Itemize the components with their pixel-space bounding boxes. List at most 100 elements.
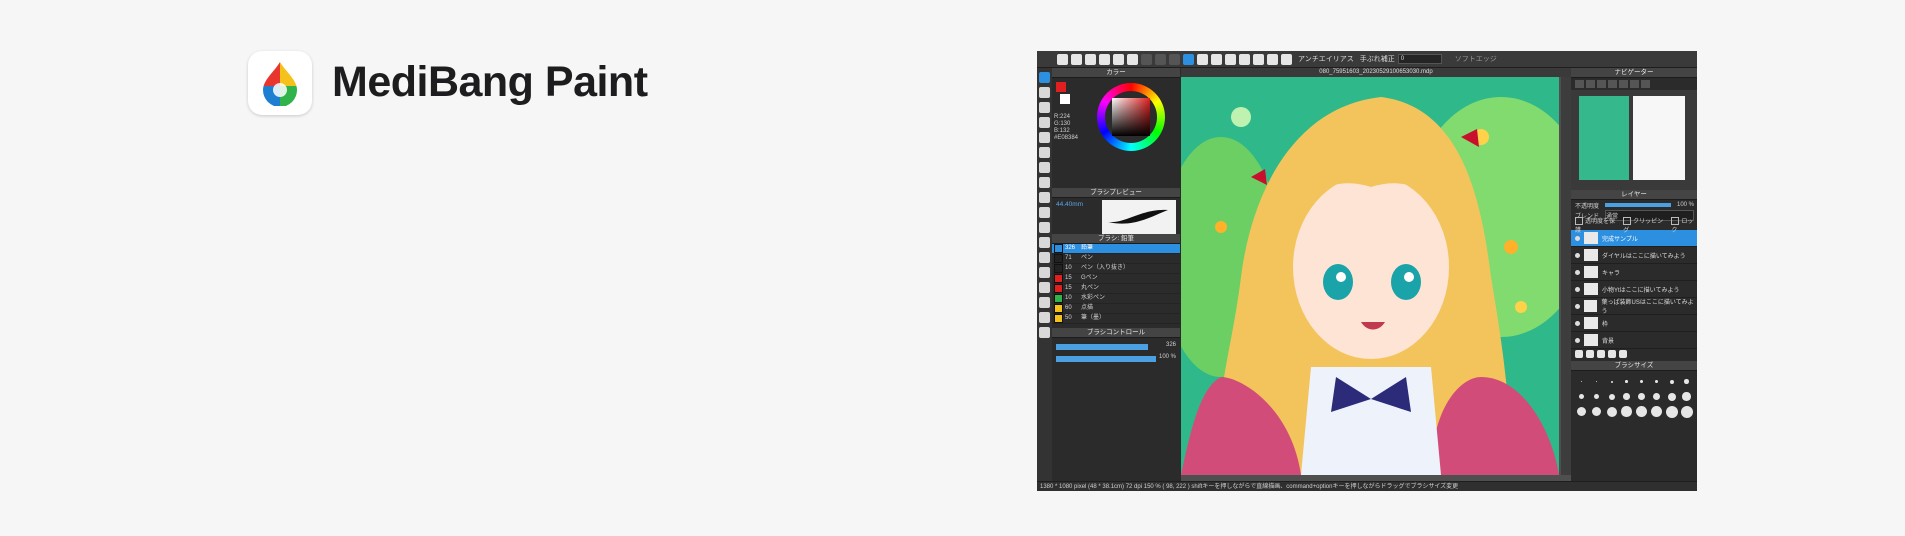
brush-size-option[interactable] xyxy=(1620,390,1633,403)
eye-icon[interactable] xyxy=(1575,269,1580,275)
gradient-tool-icon[interactable] xyxy=(1039,177,1050,188)
brush-size-option[interactable] xyxy=(1620,375,1633,388)
copy-layer-icon[interactable] xyxy=(1586,350,1594,358)
snap-parallel-icon[interactable] xyxy=(1211,53,1222,65)
brush-tool-icon[interactable] xyxy=(1039,72,1050,83)
select-pen-icon[interactable] xyxy=(1039,237,1050,248)
eye-icon[interactable] xyxy=(1575,303,1580,309)
actual-size-icon[interactable] xyxy=(1608,80,1617,88)
zoom-out-icon[interactable] xyxy=(1586,80,1595,88)
zoom-in-icon[interactable] xyxy=(1575,80,1584,88)
layer-opacity-slider[interactable] xyxy=(1605,203,1671,207)
open-folder-icon[interactable] xyxy=(1071,53,1082,65)
brush-size-option[interactable] xyxy=(1680,405,1693,418)
brush-size-option[interactable] xyxy=(1650,405,1663,418)
secondary-color-swatch[interactable] xyxy=(1060,94,1070,104)
layer-row[interactable]: ダイヤルはここに描いてみよう xyxy=(1571,247,1697,264)
brush-size-option[interactable] xyxy=(1575,390,1588,403)
eye-icon[interactable] xyxy=(1575,235,1580,241)
navigator-preview[interactable] xyxy=(1571,90,1697,190)
brush-size-option[interactable] xyxy=(1590,375,1603,388)
layer-row[interactable]: 背景 xyxy=(1571,332,1697,349)
brush-size-option[interactable] xyxy=(1665,375,1678,388)
undo-icon[interactable] xyxy=(1141,53,1152,65)
layer-row[interactable]: キャラ xyxy=(1571,264,1697,281)
brush-size-option[interactable] xyxy=(1665,390,1678,403)
eyedropper-tool-icon[interactable] xyxy=(1039,312,1050,323)
canvas-vertical-scrollbar[interactable] xyxy=(1561,77,1571,475)
rotate-left-icon[interactable] xyxy=(1619,80,1628,88)
brush-size-option[interactable] xyxy=(1620,405,1633,418)
select-rect-icon[interactable] xyxy=(1039,192,1050,203)
layer-row[interactable]: 葉っぱ装飾USはここに描いてみよう xyxy=(1571,298,1697,315)
color-square[interactable] xyxy=(1112,98,1150,136)
flip-icon[interactable] xyxy=(1641,80,1650,88)
artwork-canvas[interactable] xyxy=(1181,77,1559,475)
brush-size-slider[interactable] xyxy=(1056,344,1148,350)
settings-icon[interactable] xyxy=(1127,53,1138,65)
brush-list-item[interactable]: 10 水彩ペン xyxy=(1052,294,1180,304)
lasso-tool-icon[interactable] xyxy=(1039,207,1050,218)
brush-size-option[interactable] xyxy=(1590,405,1603,418)
brush-list-item[interactable]: 71 ペン xyxy=(1052,254,1180,264)
pen-mode-icon[interactable] xyxy=(1183,53,1194,65)
brush-size-option[interactable] xyxy=(1590,390,1603,403)
brush-size-option[interactable] xyxy=(1635,405,1648,418)
snap-off-icon[interactable] xyxy=(1197,53,1208,65)
primary-color-swatch[interactable] xyxy=(1056,82,1066,92)
select-eraser-icon[interactable] xyxy=(1039,252,1050,263)
brush-size-option[interactable] xyxy=(1605,405,1618,418)
brush-size-option[interactable] xyxy=(1650,375,1663,388)
brush-size-option[interactable] xyxy=(1635,390,1648,403)
brush-opacity-slider[interactable] xyxy=(1056,356,1156,362)
eye-icon[interactable] xyxy=(1575,252,1580,258)
soft-edge-label[interactable]: ソフトエッジ xyxy=(1455,54,1497,64)
brush-size-option[interactable] xyxy=(1575,405,1588,418)
brush-size-option[interactable] xyxy=(1680,375,1693,388)
brush-size-option[interactable] xyxy=(1635,375,1648,388)
correction-select[interactable]: 0 xyxy=(1397,54,1442,64)
text-tool-icon[interactable] xyxy=(1039,282,1050,293)
new-layer-icon[interactable] xyxy=(1575,350,1583,358)
redo-icon[interactable] xyxy=(1155,53,1166,65)
canvas-tab[interactable]: 080_75951603_20230529100653030.mdp xyxy=(1181,68,1571,77)
layer-row[interactable]: 枠 xyxy=(1571,315,1697,332)
color-wheel[interactable] xyxy=(1097,83,1165,151)
hand-tool-icon[interactable] xyxy=(1039,327,1050,338)
brush-list-item[interactable]: 50 筆（墨） xyxy=(1052,314,1180,324)
merge-layer-icon[interactable] xyxy=(1597,350,1605,358)
eye-icon[interactable] xyxy=(1575,320,1580,326)
snap-circle-icon[interactable] xyxy=(1267,53,1278,65)
canvas-area[interactable]: 080_75951603_20230529100653030.mdp xyxy=(1181,68,1571,481)
divide-tool-icon[interactable] xyxy=(1039,267,1050,278)
eye-icon[interactable] xyxy=(1575,286,1580,292)
antialias-toggle[interactable]: アンチエイリアス xyxy=(1298,54,1354,64)
delete-layer-icon[interactable] xyxy=(1619,350,1627,358)
layer-row[interactable]: 小物Ytはここに描いてみよう xyxy=(1571,281,1697,298)
operation-tool-icon[interactable] xyxy=(1039,297,1050,308)
transform-icon[interactable] xyxy=(1169,53,1180,65)
snap-grid-icon[interactable] xyxy=(1239,53,1250,65)
eye-icon[interactable] xyxy=(1575,337,1580,343)
rotate-right-icon[interactable] xyxy=(1630,80,1639,88)
clipping-checkbox[interactable]: クリッピング xyxy=(1623,216,1665,234)
brush-list-item[interactable]: 326 鉛筆 xyxy=(1052,244,1180,254)
brush-list-item[interactable]: 15 Gペン xyxy=(1052,274,1180,284)
brush-list-item[interactable]: 60 点描 xyxy=(1052,304,1180,314)
snap-settings-icon[interactable] xyxy=(1281,53,1292,65)
dot-tool-icon[interactable] xyxy=(1039,102,1050,113)
lock-checkbox[interactable]: ロック xyxy=(1671,216,1697,234)
brush-list-item[interactable]: 10 ペン（入り抜き） xyxy=(1052,264,1180,274)
cloud-icon[interactable] xyxy=(1099,53,1110,65)
fill-rect-icon[interactable] xyxy=(1039,147,1050,158)
brush-size-option[interactable] xyxy=(1575,375,1588,388)
move-tool-icon[interactable] xyxy=(1039,132,1050,143)
eraser-tool-icon[interactable] xyxy=(1039,87,1050,98)
magic-wand-icon[interactable] xyxy=(1039,222,1050,233)
brush-size-option[interactable] xyxy=(1605,390,1618,403)
snap-radial-icon[interactable] xyxy=(1253,53,1264,65)
shape-tool-icon[interactable] xyxy=(1039,117,1050,128)
save-icon[interactable] xyxy=(1085,53,1096,65)
snap-cross-icon[interactable] xyxy=(1225,53,1236,65)
brush-size-option[interactable] xyxy=(1680,390,1693,403)
